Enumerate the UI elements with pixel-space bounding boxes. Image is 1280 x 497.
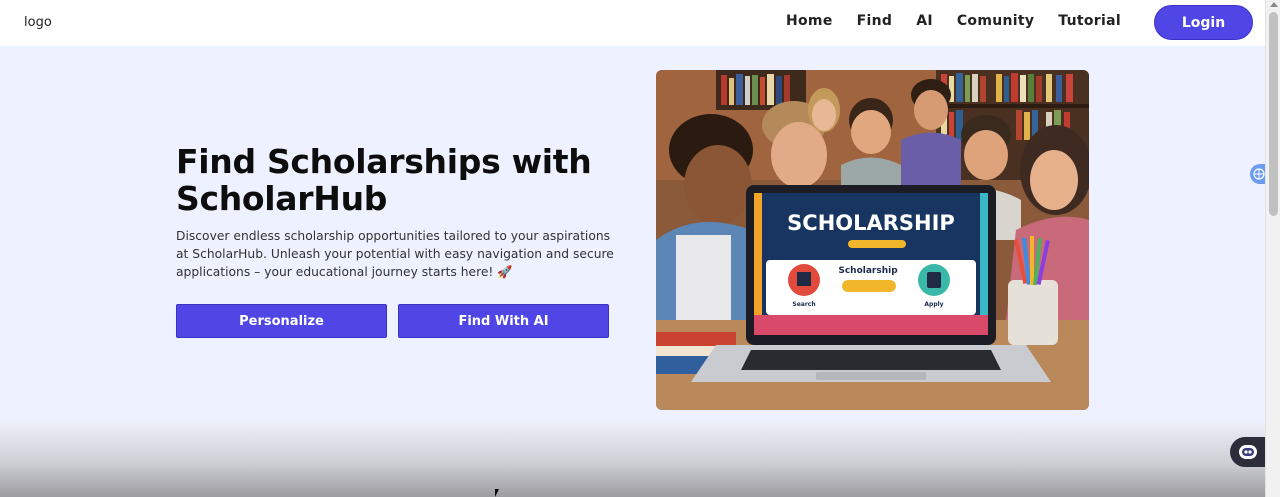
nav-link-comunity[interactable]: Comunity (957, 13, 1034, 29)
hero-title: Find Scholarships with ScholarHub (176, 142, 592, 218)
scroll-thumb[interactable] (1269, 12, 1278, 216)
hero-image: SCHOLARSHIP Scholarship Search Apply (656, 70, 1089, 410)
find-with-ai-button[interactable]: Find With AI (398, 304, 609, 338)
robot-icon (1238, 445, 1257, 459)
hero-description: Discover endless scholarship opportuniti… (176, 229, 614, 279)
page-scrollbar[interactable] (1265, 0, 1280, 497)
logo[interactable]: logo (24, 15, 52, 30)
chatbot-widget-button[interactable] (1230, 437, 1265, 467)
nav-link-find[interactable]: Find (857, 13, 893, 29)
screen-title: SCHOLARSHIP (787, 211, 955, 235)
navbar: logo Home Find AI Comunity Tutorial Logi… (0, 0, 1265, 46)
scroll-up-arrow-icon[interactable] (1270, 2, 1278, 7)
translate-icon (1253, 168, 1265, 180)
nav-link-tutorial[interactable]: Tutorial (1058, 13, 1121, 29)
nav-link-home[interactable]: Home (786, 13, 833, 29)
screen-center-label: Scholarship (838, 266, 898, 276)
mouse-cursor-icon (495, 489, 499, 497)
screen-left-label: Search (792, 301, 815, 308)
hero-illustration: SCHOLARSHIP Scholarship Search Apply (656, 70, 1089, 410)
nav-links: Home Find AI Comunity Tutorial (786, 13, 1121, 29)
next-section (0, 420, 1265, 497)
nav-link-ai[interactable]: AI (916, 13, 933, 29)
personalize-button[interactable]: Personalize (176, 304, 387, 338)
screen-right-label: Apply (924, 301, 943, 308)
login-button[interactable]: Login (1154, 5, 1253, 40)
pencil-cup (1008, 280, 1058, 345)
